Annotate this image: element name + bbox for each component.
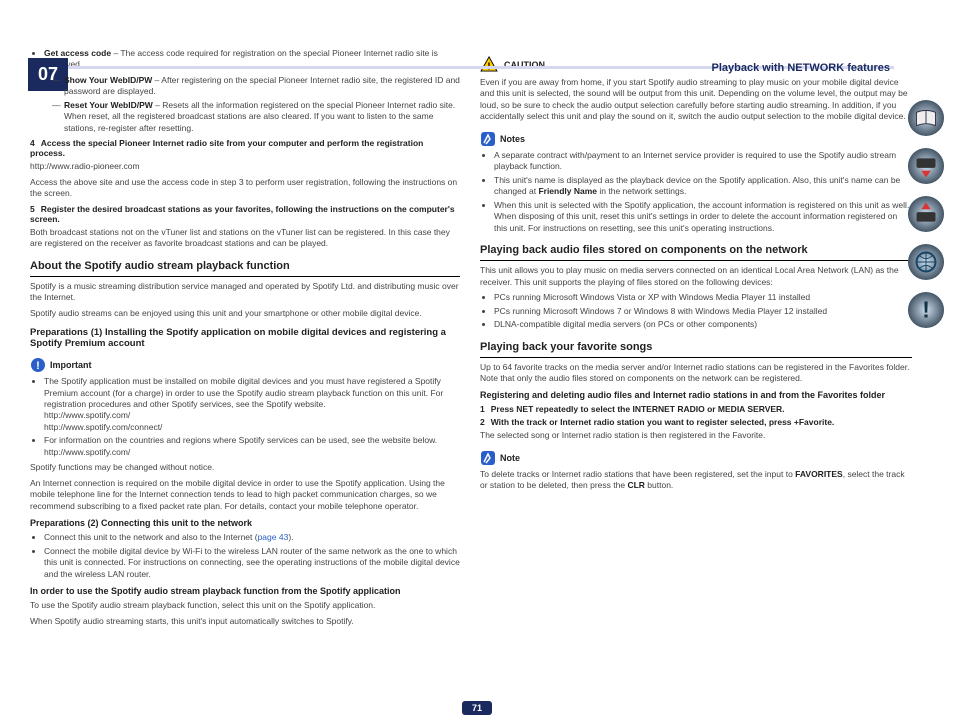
heading-favorites: Playing back your favorite songs [480,341,912,353]
device-up-icon[interactable] [906,194,946,234]
important-item-2: For information on the countries and reg… [44,435,460,458]
fav-step-2: 2With the track or Internet radio statio… [480,417,912,427]
exclaim-icon[interactable]: ! [906,290,946,330]
note-item-3: When this unit is selected with the Spot… [494,200,912,234]
url-radio-pioneer: http://www.radio-pioneer.com [30,161,460,172]
heading-register: Registering and deleting audio files and… [480,390,912,400]
note-item-1: A separate contract with/payment to an I… [494,150,912,173]
inorder-p2: When Spotify audio streaming starts, thi… [30,616,460,627]
page-link-43[interactable]: page 43 [258,532,289,542]
spotify-desc2: Spotify audio streams can be enjoyed usi… [30,308,460,319]
spotify-desc1: Spotify is a music streaming distributio… [30,281,460,304]
step4-desc: Access the above site and use the access… [30,177,460,200]
heading-prep1: Preparations (1) Installing the Spotify … [30,327,460,349]
header-net: NETWORK [787,62,844,74]
item-get-access-code: Get access code [44,48,111,58]
sidebar-icons: ! [906,98,948,338]
note-item-2: This unit's name is displayed as the pla… [494,175,912,198]
header-pre: Playback with [712,62,788,74]
heading-prep2: Preparations (2) Connecting this unit to… [30,518,460,528]
net-device-3: DLNA-compatible digital media servers (o… [494,319,912,330]
notes-icon [480,131,496,147]
prep2-item-2: Connect the mobile digital device by Wi-… [44,546,460,580]
important-icon: ! [30,357,46,373]
favorites-desc: Up to 64 favorite tracks on the media se… [480,362,912,385]
rule [480,357,912,358]
note-callout: Note [480,450,912,466]
delete-note: To delete tracks or Internet radio stati… [480,469,912,492]
step-4: 4Access the special Pioneer Internet rad… [30,138,460,158]
caution-text: Even if you are away from home, if you s… [480,77,912,123]
important-item-1: The Spotify application must be installe… [44,376,460,433]
device-arrow-icon[interactable] [906,146,946,186]
header-title: Playback with NETWORK features [712,62,891,74]
network-playback-desc: This unit allows you to play music on me… [480,265,912,288]
rule [30,276,460,277]
item-show-webid: Show Your WebID/PW [64,75,152,85]
globe-icon[interactable] [906,242,946,282]
svg-text:!: ! [36,360,40,372]
heading-spotify: About the Spotify audio stream playback … [30,260,460,272]
heading-network-playback: Playing back audio files stored on compo… [480,244,912,256]
spotify-connection-note: An Internet connection is required on th… [30,478,460,512]
item-reset-webid: Reset Your WebID/PW [64,100,153,110]
header-post: features [844,62,890,74]
prep2-item-1: Connect this unit to the network and als… [44,532,460,543]
fav-selected-desc: The selected song or Internet radio stat… [480,430,912,441]
svg-text:!: ! [922,297,930,323]
notes-callout: Notes [480,131,912,147]
spotify-change-notice: Spotify functions may be changed without… [30,462,460,473]
page-number: 71 [462,701,492,715]
rule [480,260,912,261]
fav-step-1: 1Press NET repeatedly to select the INTE… [480,404,912,414]
heading-in-order: In order to use the Spotify audio stream… [30,586,460,596]
net-device-1: PCs running Microsoft Windows Vista or X… [494,292,912,303]
caution-icon: ! [480,56,498,74]
important-callout: ! Important [30,357,460,373]
note-icon [480,450,496,466]
net-device-2: PCs running Microsoft Windows 7 or Windo… [494,306,912,317]
step-5: 5Register the desired broadcast stations… [30,204,460,224]
step5-desc: Both broadcast stations not on the vTune… [30,227,460,250]
book-icon[interactable] [906,98,946,138]
inorder-p1: To use the Spotify audio stream playback… [30,600,460,611]
